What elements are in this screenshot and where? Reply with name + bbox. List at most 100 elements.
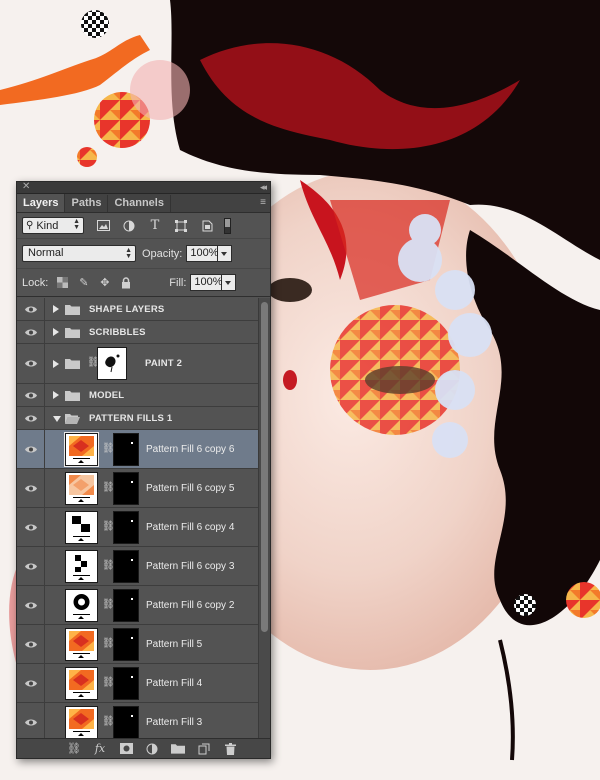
link-layers-icon[interactable]: ⛓: [67, 742, 81, 755]
layer-group-model[interactable]: MODEL: [17, 384, 260, 407]
group-mask-thumbnail[interactable]: [97, 347, 127, 380]
visibility-eye-icon[interactable]: [17, 321, 45, 343]
adjustment-filter-icon[interactable]: [122, 219, 136, 233]
filter-toggle-switch[interactable]: [224, 217, 231, 234]
pattern-swatch: [69, 631, 94, 651]
filter-kind-select[interactable]: ⚲ Kind ▲ ▼: [22, 217, 84, 234]
fill-layer-slider-icon: [73, 575, 90, 580]
panel-tab-row: Layers Paths Channels ≡: [17, 194, 270, 213]
fill-input[interactable]: 100%: [190, 274, 223, 291]
visibility-eye-icon[interactable]: [17, 625, 45, 663]
pixel-filter-icon[interactable]: [96, 219, 110, 233]
layer-name: Pattern Fill 5: [146, 639, 203, 650]
opacity-dropdown-button[interactable]: [218, 245, 233, 262]
folder-open-icon: [65, 414, 80, 424]
pattern-swatch: [69, 670, 94, 690]
pattern-fill-thumbnail[interactable]: [65, 667, 98, 700]
layer-group-shape-layers[interactable]: SHAPE LAYERS: [17, 298, 260, 321]
pattern-fill-thumbnail[interactable]: [65, 589, 98, 622]
collapse-icon[interactable]: ◂◂: [260, 182, 267, 193]
layer-filter-row: ⚲ Kind ▲ ▼ T: [17, 213, 270, 239]
visibility-eye-icon[interactable]: [17, 298, 45, 320]
fill-layer-slider-icon: [73, 653, 90, 658]
layers-panel: ✕ ◂◂ Layers Paths Channels ≡ ⚲ Kind ▲ ▼ T…: [16, 181, 271, 759]
blend-mode-select[interactable]: Normal ▲ ▼: [22, 245, 136, 262]
visibility-eye-icon[interactable]: [17, 384, 45, 406]
new-group-folder-icon[interactable]: [171, 742, 185, 755]
visibility-eye-icon[interactable]: [17, 586, 45, 624]
pattern-fill-thumbnail[interactable]: [65, 472, 98, 505]
visibility-eye-icon[interactable]: [17, 508, 45, 546]
delete-layer-trash-icon[interactable]: [223, 742, 237, 755]
layer-mask-thumbnail[interactable]: [113, 628, 139, 661]
folder-icon: [65, 359, 80, 369]
lock-move-icon[interactable]: ✥: [98, 276, 111, 289]
lock-all-icon[interactable]: [119, 276, 132, 289]
expand-triangle-icon[interactable]: [53, 360, 59, 368]
layer-mask-thumbnail[interactable]: [113, 589, 139, 622]
pattern-fill-thumbnail[interactable]: [64, 432, 99, 467]
layer-mask-thumbnail[interactable]: [113, 667, 139, 700]
layer-group-label: MODEL: [89, 390, 125, 401]
tab-paths[interactable]: Paths: [65, 195, 109, 212]
expand-triangle-icon[interactable]: [53, 391, 59, 399]
expand-triangle-icon[interactable]: [53, 305, 59, 313]
layer-row-pattern-fill[interactable]: ⛓ Pattern Fill 6 copy 2: [17, 586, 260, 625]
tab-channels[interactable]: Channels: [108, 195, 171, 212]
panel-titlebar[interactable]: ✕ ◂◂: [17, 182, 270, 194]
new-layer-icon[interactable]: [197, 742, 211, 755]
smart-object-filter-icon[interactable]: [200, 219, 214, 233]
layer-row-pattern-fill[interactable]: ⛓ Pattern Fill 5: [17, 625, 260, 664]
layers-scrollbar[interactable]: [258, 298, 270, 740]
expand-triangle-icon[interactable]: [53, 328, 59, 336]
visibility-eye-icon[interactable]: [17, 407, 45, 429]
new-adjustment-layer-icon[interactable]: [145, 742, 159, 755]
pattern-swatch: [69, 475, 94, 495]
visibility-eye-icon[interactable]: [17, 547, 45, 585]
pattern-fill-thumbnail[interactable]: [65, 550, 98, 583]
layer-mask-thumbnail[interactable]: [113, 472, 139, 505]
layer-row-pattern-fill[interactable]: ⛓ Pattern Fill 6 copy 5: [17, 469, 260, 508]
layer-mask-thumbnail[interactable]: [113, 706, 139, 739]
layer-mask-thumbnail[interactable]: [113, 550, 139, 583]
pattern-fill-thumbnail[interactable]: [65, 706, 98, 739]
layer-group-paint-2[interactable]: ⛓ PAINT 2: [17, 344, 260, 384]
layer-group-scribbles[interactable]: SCRIBBLES: [17, 321, 260, 344]
layer-mask-thumbnail[interactable]: [113, 511, 139, 544]
layer-style-fx-icon[interactable]: fx: [93, 742, 107, 755]
fill-dropdown-button[interactable]: [222, 274, 237, 291]
panel-menu-icon[interactable]: ≡: [260, 197, 266, 208]
pattern-swatch: [69, 514, 94, 534]
blend-row: Normal ▲ ▼ Opacity: 100%: [17, 239, 270, 269]
layer-row-pattern-fill[interactable]: ⛓ Pattern Fill 4: [17, 664, 260, 703]
fill-label: Fill:: [169, 276, 187, 289]
tab-layers[interactable]: Layers: [17, 194, 66, 212]
pattern-fill-thumbnail[interactable]: [65, 511, 98, 544]
layer-group-pattern-fills-1[interactable]: PATTERN FILLS 1: [17, 407, 260, 430]
pattern-fill-thumbnail[interactable]: [65, 628, 98, 661]
add-mask-icon[interactable]: [119, 742, 133, 755]
visibility-eye-icon[interactable]: [17, 430, 45, 468]
layer-row-pattern-fill[interactable]: ⛓ Pattern Fill 6 copy 4: [17, 508, 260, 547]
layer-name: Pattern Fill 6 copy 4: [146, 522, 235, 533]
layer-mask-thumbnail[interactable]: [113, 433, 139, 466]
lock-brush-icon[interactable]: ✎: [77, 276, 90, 289]
visibility-eye-icon[interactable]: [17, 344, 45, 383]
visibility-eye-icon[interactable]: [17, 703, 45, 740]
opacity-input[interactable]: 100%: [186, 245, 219, 262]
shape-filter-icon[interactable]: [174, 219, 188, 233]
folder-icon: [65, 305, 80, 315]
lock-transparent-icon[interactable]: [56, 276, 69, 289]
visibility-eye-icon[interactable]: [17, 664, 45, 702]
close-icon[interactable]: ✕: [22, 182, 30, 193]
collapse-triangle-icon[interactable]: [53, 416, 61, 422]
visibility-eye-icon[interactable]: [17, 469, 45, 507]
layer-row-pattern-fill[interactable]: ⛓ Pattern Fill 6 copy 3: [17, 547, 260, 586]
layer-row-pattern-fill[interactable]: ⛓ Pattern Fill 6 copy 6: [17, 430, 260, 469]
filter-kind-label: Kind: [36, 219, 59, 232]
layer-row-pattern-fill[interactable]: ⛓ Pattern Fill 3: [17, 703, 260, 740]
scrollbar-thumb[interactable]: [261, 302, 268, 632]
type-filter-icon[interactable]: T: [148, 218, 162, 233]
layer-group-label: PATTERN FILLS 1: [89, 413, 173, 424]
folder-icon: [65, 391, 80, 401]
